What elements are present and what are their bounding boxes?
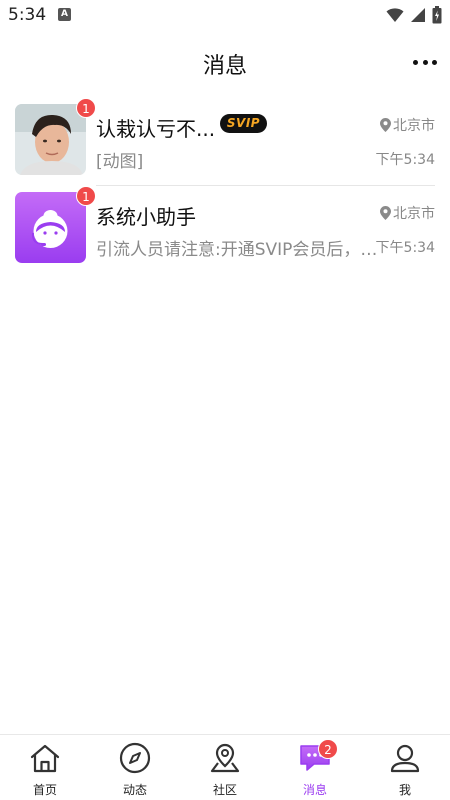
battery-icon xyxy=(432,6,442,24)
tab-profile[interactable]: 我 xyxy=(360,735,450,800)
signal-icon xyxy=(411,8,425,22)
tab-label: 动态 xyxy=(122,783,147,797)
status-bar: 5:34 A xyxy=(0,0,450,30)
location: 北京市 xyxy=(380,115,435,135)
location-pin-icon xyxy=(380,118,391,132)
message-time: 下午5:34 xyxy=(375,240,435,256)
conversation-name: 认栽认亏不... xyxy=(96,117,216,141)
user-icon xyxy=(388,741,422,775)
conversation-name: 系统小助手 xyxy=(96,205,196,229)
svip-badge: SVIP xyxy=(220,114,267,133)
message-time: 下午5:34 xyxy=(375,152,435,168)
status-time: 5:34 xyxy=(8,5,47,25)
tab-badge: 2 xyxy=(318,739,338,759)
wifi-icon xyxy=(386,8,404,22)
message-preview: 引流人员请注意:开通SVIP会员后，… xyxy=(96,240,378,260)
location-text: 北京市 xyxy=(393,206,435,222)
avatar xyxy=(15,104,86,175)
header: 消息 xyxy=(0,36,450,88)
tab-bar: 首页 动态 社区 2 消息 我 xyxy=(0,734,450,800)
tab-label: 我 xyxy=(398,783,411,797)
tab-label: 消息 xyxy=(302,783,327,797)
tab-messages[interactable]: 2 消息 xyxy=(270,735,360,800)
tab-moments[interactable]: 动态 xyxy=(90,735,180,800)
location-text: 北京市 xyxy=(393,118,435,134)
map-pin-icon xyxy=(208,741,242,775)
unread-badge: 1 xyxy=(76,98,96,118)
compass-icon xyxy=(118,741,152,775)
conversation-item[interactable]: 1 系统小助手 北京市 引流人员请注意:开通SVIP会员后，… 下午5:34 xyxy=(0,186,450,272)
tab-label: 首页 xyxy=(32,783,57,797)
conversation-item[interactable]: 1 认栽认亏不... SVIP 北京市 [动图] 下午5:34 xyxy=(0,98,450,186)
page-title: 消息 xyxy=(202,54,247,79)
home-icon xyxy=(28,741,62,775)
status-icons xyxy=(386,6,442,24)
location-pin-icon xyxy=(380,206,391,220)
unread-badge: 1 xyxy=(76,186,96,206)
message-preview: [动图] xyxy=(96,152,144,172)
tab-community[interactable]: 社区 xyxy=(180,735,270,800)
location: 北京市 xyxy=(380,203,435,223)
a-icon: A xyxy=(58,8,71,21)
tab-label: 社区 xyxy=(212,783,237,797)
assistant-avatar xyxy=(15,192,86,263)
tab-home[interactable]: 首页 xyxy=(0,735,90,800)
more-dots-icon[interactable] xyxy=(410,50,440,74)
